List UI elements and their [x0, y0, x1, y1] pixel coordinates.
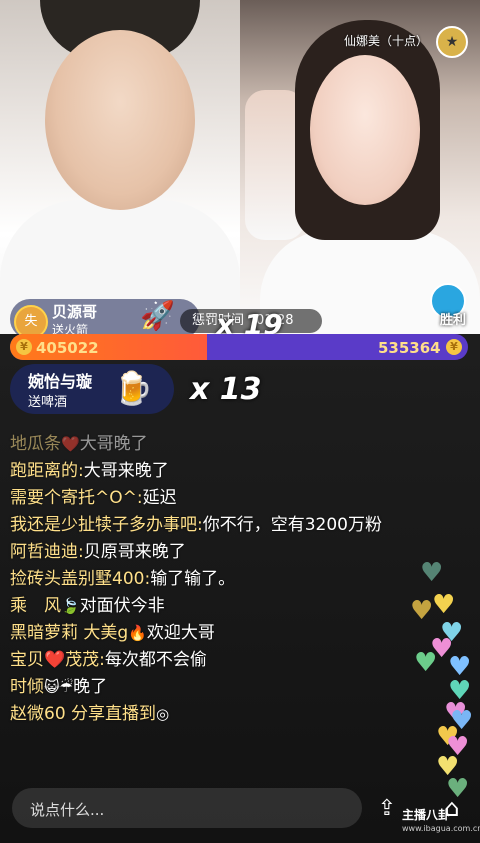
chat-badge-icon: ◎: [156, 705, 170, 723]
share-icon[interactable]: ⇪: [370, 792, 404, 826]
heart-icon: ♥: [414, 648, 438, 678]
chat-text: 大哥来晚了: [83, 461, 169, 481]
guest-name[interactable]: 仙娜美（十点）: [344, 32, 428, 49]
host-face: [45, 30, 195, 210]
chat-message[interactable]: 捡砖头盖别墅400:输了输了。: [10, 569, 390, 590]
chat-text: 大哥晚了: [79, 434, 148, 454]
gift2-type: 送啤酒: [28, 395, 68, 410]
chat-list[interactable]: 地瓜条❤️大哥晚了 跑距离的:大哥来晚了 需要个寄托^O^:延迟 我还是少扯犊子多办事…: [10, 434, 390, 731]
beer-gift-icon: 🍺: [113, 369, 153, 407]
chat-username[interactable]: 需要个寄托^O^:: [10, 488, 143, 508]
chat-username[interactable]: 地瓜条: [10, 434, 61, 454]
chat-username[interactable]: 时倾: [10, 677, 44, 697]
chat-text: 晚了: [73, 677, 108, 697]
pk-score-right: 535364: [378, 339, 441, 357]
chat-text: 对面伏今非: [79, 596, 165, 616]
chat-message[interactable]: 地瓜条❤️大哥晚了: [10, 434, 390, 455]
gift2-combo-count: x 13: [190, 372, 262, 407]
heart-icon: ♥: [432, 590, 456, 620]
chat-username[interactable]: 阿哲迪迪:: [10, 542, 84, 562]
live-stream-screen: 仙娜美（十点） ★ 胜利 失 贝源哥 送火箭 惩罚时间 01:28 🚀 x 19 …: [0, 0, 480, 843]
chat-message[interactable]: 宝贝❤️茂茂:每次都不会偷: [10, 650, 390, 671]
chat-username[interactable]: 赵微60 分享直播到: [10, 704, 156, 724]
chat-message[interactable]: 时倾😺☔晚了: [10, 677, 390, 698]
chat-username[interactable]: 黑暗萝莉 大美g: [10, 623, 128, 643]
chat-text: 欢迎大哥: [146, 623, 215, 643]
chat-username[interactable]: 宝贝❤️茂茂:: [10, 650, 105, 670]
chat-username[interactable]: 跑距离的:: [10, 461, 84, 481]
chat-badge-icon: 🔥: [128, 624, 147, 642]
chat-message[interactable]: 我还是少扯犊子多办事吧:你不行，空有3200万粉: [10, 515, 390, 536]
chat-badge-icon: 🍃: [61, 597, 80, 615]
guest-face: [310, 55, 420, 205]
coin-icon-left: ¥: [16, 339, 32, 355]
win-label: 胜利: [439, 313, 466, 328]
heart-icon: ♥: [410, 596, 434, 626]
chat-username[interactable]: 乘 风: [10, 596, 61, 616]
chat-message[interactable]: 阿哲迪迪:贝原哥来晚了: [10, 542, 390, 563]
chat-text: 延迟: [142, 488, 177, 508]
guest-avatar-icon[interactable]: ★: [436, 26, 468, 58]
chat-text: 输了输了。: [150, 569, 236, 589]
chat-text: 每次都不会偷: [104, 650, 207, 670]
coin-icon-right: ¥: [446, 339, 462, 355]
gift2-sender-name: 婉怡与璇: [28, 372, 93, 391]
chat-text: 贝原哥来晚了: [83, 542, 186, 562]
chat-username[interactable]: 捡砖头盖别墅400:: [10, 569, 150, 589]
chat-message[interactable]: 跑距离的:大哥来晚了: [10, 461, 390, 482]
watermark-text: 主播八卦: [402, 808, 451, 822]
chat-message[interactable]: 赵微60 分享直播到◎: [10, 704, 390, 725]
pk-score-left: 405022: [36, 339, 99, 357]
host-video: [0, 0, 240, 334]
chat-badge-icon: ❤️: [61, 435, 80, 453]
chat-username[interactable]: 我还是少扯犊子多办事吧:: [10, 515, 203, 535]
chat-text: 你不行，空有3200万粉: [202, 515, 382, 535]
gift-sender-name: 贝源哥: [52, 303, 98, 321]
chat-badge-icon: 😺☔: [44, 678, 74, 696]
watermark-url: www.ibagua.com.cn: [402, 824, 480, 833]
comment-placeholder: 说点什么...: [30, 801, 105, 819]
chat-message[interactable]: 乘 风🍃对面伏今非: [10, 596, 390, 617]
rocket-gift-icon: 🚀: [140, 299, 175, 332]
chat-message[interactable]: 需要个寄托^O^:延迟: [10, 488, 390, 509]
chat-message[interactable]: 黑暗萝莉 大美g🔥欢迎大哥: [10, 623, 390, 644]
heart-icon: ♥: [420, 558, 444, 588]
